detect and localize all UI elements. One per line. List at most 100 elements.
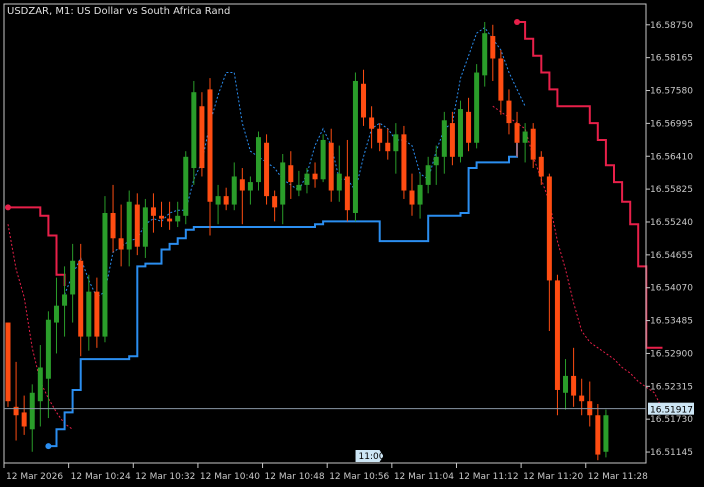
time-tick-label: 12 Mar 11:20 xyxy=(523,472,583,482)
candle-body xyxy=(328,142,334,191)
candle-body xyxy=(247,182,253,191)
candle-body xyxy=(344,176,350,211)
candle-body xyxy=(530,128,536,160)
current-price-label: 16.51917 xyxy=(650,406,693,416)
chart-title: USDZAR, M1: US Dollar vs South Africa Ra… xyxy=(7,6,230,17)
candle-body xyxy=(280,162,286,205)
time-tick-label: 12 Mar 10:24 xyxy=(71,472,131,482)
candle-body xyxy=(45,319,51,379)
candle-body xyxy=(13,406,19,416)
price-tick-label: 16.53485 xyxy=(650,317,693,327)
candle-body xyxy=(474,72,480,143)
candle-body xyxy=(393,134,399,152)
candle-body xyxy=(490,36,496,59)
candle-body xyxy=(482,33,488,76)
price-tick-label: 16.55240 xyxy=(650,218,693,228)
candle-body xyxy=(546,176,552,281)
chart-area[interactable]: 16.58750 16.58165 16.57580 16.56995 16.56410… xyxy=(0,0,704,487)
time-tick-label: 12 Mar 10:40 xyxy=(200,472,260,482)
candle-body xyxy=(134,204,140,247)
price-tick-label: 16.56995 xyxy=(650,119,693,129)
candle-body xyxy=(449,123,455,157)
candle-body xyxy=(554,280,560,390)
candle-body xyxy=(110,212,116,239)
candle-body xyxy=(86,291,92,337)
candle-body xyxy=(457,109,463,157)
candle-body xyxy=(296,184,302,191)
price-tick-label: 16.52900 xyxy=(650,349,693,359)
candle-body xyxy=(183,156,189,216)
price-tick-label: 16.58750 xyxy=(650,21,693,31)
price-tick-label: 16.51730 xyxy=(650,415,693,425)
candle-body xyxy=(62,294,68,306)
candle-body xyxy=(320,139,326,180)
candle-body xyxy=(239,179,245,191)
candle-body xyxy=(102,212,108,337)
candle-body xyxy=(514,123,520,143)
price-tick-label: 16.56410 xyxy=(650,152,693,162)
time-tick-label: 12 Mar 11:04 xyxy=(394,472,454,482)
price-tick-label: 16.58165 xyxy=(650,54,693,64)
candle-body xyxy=(94,291,100,337)
candle-body xyxy=(53,305,59,323)
candle-body xyxy=(231,176,237,205)
price-chart[interactable]: 16.58750 16.58165 16.57580 16.56995 16.56410… xyxy=(0,0,704,487)
candle-body xyxy=(159,215,165,219)
time-tick-label: 12 Mar 10:32 xyxy=(135,472,195,482)
candle-body xyxy=(352,80,358,213)
candle-body xyxy=(312,173,318,180)
candle-body xyxy=(441,120,447,157)
price-tick-label: 16.54070 xyxy=(650,284,693,294)
time-tick-label: 12 Mar 11:28 xyxy=(588,472,648,482)
candle-body xyxy=(595,415,601,455)
candle-body xyxy=(142,207,148,247)
candle-body xyxy=(199,106,205,169)
candle-body xyxy=(369,117,375,129)
candle-body xyxy=(78,260,84,337)
candle-body xyxy=(223,196,229,205)
resistance-start-dot xyxy=(514,18,521,25)
candle-body xyxy=(563,375,569,393)
time-tick-label: 12 Mar 11:12 xyxy=(458,472,518,482)
candle-body xyxy=(29,392,35,430)
candle-body xyxy=(433,156,439,166)
candle-body xyxy=(603,415,609,452)
candle-body xyxy=(409,190,415,205)
candle-body xyxy=(167,218,173,222)
candle-body xyxy=(175,215,181,222)
candle-body xyxy=(288,165,294,183)
price-tick-label: 16.57580 xyxy=(650,87,693,97)
candle-body xyxy=(579,395,585,402)
candle-body xyxy=(336,173,342,191)
candle-body xyxy=(466,111,472,143)
candle-body xyxy=(377,128,383,143)
candle-body xyxy=(498,58,504,101)
candle-body xyxy=(272,196,278,208)
candle-body xyxy=(361,83,367,118)
price-tick-label: 16.52315 xyxy=(650,382,693,392)
candle-body xyxy=(506,100,512,124)
candle-body xyxy=(118,238,124,250)
candle-body xyxy=(401,134,407,191)
candle-body xyxy=(255,137,261,183)
price-tick-label: 16.51145 xyxy=(650,448,693,458)
candle-body xyxy=(522,131,528,143)
candle-body xyxy=(417,184,423,205)
candle-body xyxy=(70,260,76,295)
candle-body xyxy=(571,375,577,396)
price-tick-label: 16.54655 xyxy=(650,251,693,261)
candle-body xyxy=(207,89,213,202)
price-tick-label: 16.55825 xyxy=(650,185,693,195)
resistance-start-dot xyxy=(5,204,11,211)
time-tick-label: 12 Mar 2026 xyxy=(6,472,63,482)
candle-body xyxy=(385,142,391,152)
candle-body xyxy=(150,207,156,216)
candle-body xyxy=(37,367,43,402)
time-tick-label: 12 Mar 10:48 xyxy=(265,472,325,482)
candle-body xyxy=(21,412,27,427)
support-start-dot xyxy=(45,443,52,450)
candle-body xyxy=(126,201,132,250)
candle-body xyxy=(304,173,310,185)
candle-body xyxy=(215,196,221,205)
candle-body xyxy=(5,322,11,402)
